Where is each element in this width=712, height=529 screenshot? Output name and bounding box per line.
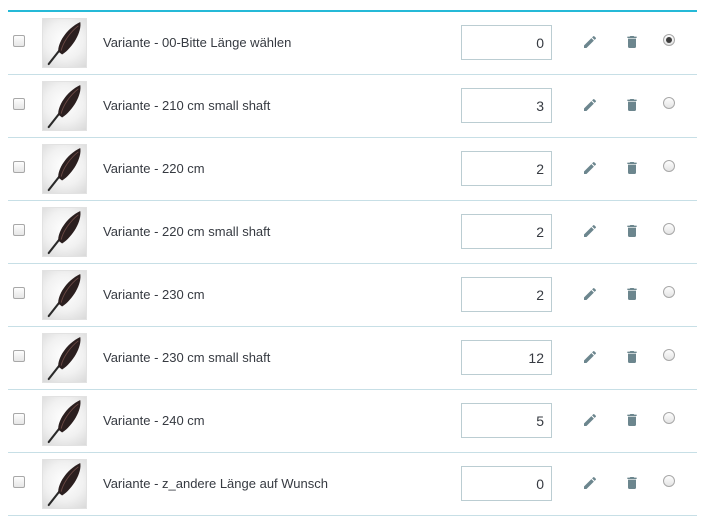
variant-row: Variante - 00-Bitte Länge wählen	[8, 12, 697, 75]
paddle-blade-image	[47, 399, 81, 444]
variant-list: Variante - 00-Bitte Länge wählen Variant…	[8, 12, 697, 516]
variant-thumbnail	[42, 144, 87, 194]
variant-name: Variante - z_andere Länge auf Wunsch	[103, 476, 328, 491]
trash-icon[interactable]	[624, 34, 640, 50]
variant-thumbnail	[42, 207, 87, 257]
default-variant-radio[interactable]	[663, 34, 675, 46]
variant-select-checkbox[interactable]	[13, 161, 25, 173]
default-variant-radio[interactable]	[663, 97, 675, 109]
trash-icon[interactable]	[624, 160, 640, 176]
quantity-input[interactable]	[461, 403, 552, 438]
paddle-blade-image	[47, 84, 81, 129]
paddle-blade-image	[47, 147, 81, 192]
variant-select-checkbox[interactable]	[13, 287, 25, 299]
variant-name: Variante - 240 cm	[103, 413, 205, 428]
paddle-blade-image	[47, 273, 81, 318]
quantity-input[interactable]	[461, 25, 552, 60]
default-variant-radio[interactable]	[663, 160, 675, 172]
quantity-input[interactable]	[461, 466, 552, 501]
trash-icon[interactable]	[624, 97, 640, 113]
variant-thumbnail	[42, 81, 87, 131]
pencil-icon[interactable]	[582, 349, 598, 365]
variant-row: Variante - z_andere Länge auf Wunsch	[8, 453, 697, 516]
variant-name: Variante - 230 cm	[103, 287, 205, 302]
variant-row: Variante - 230 cm	[8, 264, 697, 327]
quantity-input[interactable]	[461, 88, 552, 123]
variant-select-checkbox[interactable]	[13, 98, 25, 110]
quantity-input[interactable]	[461, 340, 552, 375]
quantity-input[interactable]	[461, 151, 552, 186]
paddle-blade-image	[47, 210, 81, 255]
quantity-input[interactable]	[461, 277, 552, 312]
quantity-input[interactable]	[461, 214, 552, 249]
trash-icon[interactable]	[624, 286, 640, 302]
trash-icon[interactable]	[624, 349, 640, 365]
pencil-icon[interactable]	[582, 286, 598, 302]
variant-name: Variante - 230 cm small shaft	[103, 350, 271, 365]
variant-thumbnail	[42, 396, 87, 446]
pencil-icon[interactable]	[582, 475, 598, 491]
variant-name: Variante - 220 cm small shaft	[103, 224, 271, 239]
variant-select-checkbox[interactable]	[13, 350, 25, 362]
paddle-blade-image	[47, 336, 81, 381]
variant-row: Variante - 220 cm small shaft	[8, 201, 697, 264]
default-variant-radio[interactable]	[663, 223, 675, 235]
variant-name: Variante - 00-Bitte Länge wählen	[103, 35, 292, 50]
pencil-icon[interactable]	[582, 223, 598, 239]
trash-icon[interactable]	[624, 475, 640, 491]
variant-select-checkbox[interactable]	[13, 413, 25, 425]
variant-thumbnail	[42, 333, 87, 383]
default-variant-radio[interactable]	[663, 412, 675, 424]
default-variant-radio[interactable]	[663, 475, 675, 487]
variant-name: Variante - 220 cm	[103, 161, 205, 176]
variant-name: Variante - 210 cm small shaft	[103, 98, 271, 113]
trash-icon[interactable]	[624, 412, 640, 428]
variant-select-checkbox[interactable]	[13, 35, 25, 47]
default-variant-radio[interactable]	[663, 286, 675, 298]
variant-row: Variante - 240 cm	[8, 390, 697, 453]
variant-thumbnail	[42, 459, 87, 509]
pencil-icon[interactable]	[582, 412, 598, 428]
variant-select-checkbox[interactable]	[13, 476, 25, 488]
paddle-blade-image	[47, 462, 81, 507]
variant-thumbnail	[42, 270, 87, 320]
variant-row: Variante - 210 cm small shaft	[8, 75, 697, 138]
variant-row: Variante - 220 cm	[8, 138, 697, 201]
default-variant-radio[interactable]	[663, 349, 675, 361]
variant-select-checkbox[interactable]	[13, 224, 25, 236]
pencil-icon[interactable]	[582, 160, 598, 176]
pencil-icon[interactable]	[582, 97, 598, 113]
variant-row: Variante - 230 cm small shaft	[8, 327, 697, 390]
variant-thumbnail	[42, 18, 87, 68]
paddle-blade-image	[47, 21, 81, 66]
trash-icon[interactable]	[624, 223, 640, 239]
pencil-icon[interactable]	[582, 34, 598, 50]
